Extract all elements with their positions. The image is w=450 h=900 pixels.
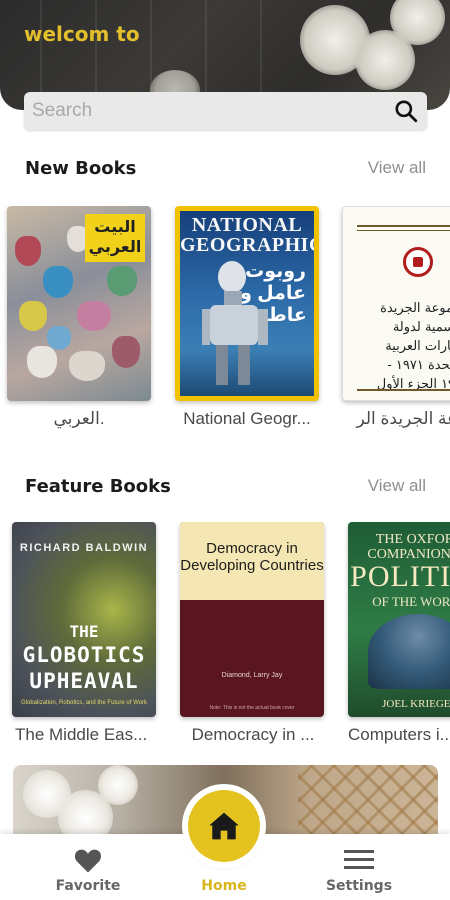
book-card[interactable]: Democracy in Developing Countries Diamon… (180, 522, 326, 745)
heart-icon (74, 849, 102, 873)
book-cover[interactable]: NATIONAL GEOGRAPHIC روبوت عامل و عاطفي (175, 206, 319, 401)
book-title: National Geogr... (183, 409, 311, 428)
cover-author: RICHARD BALDWIN (19, 542, 149, 554)
emblem-icon (403, 247, 433, 277)
book-card[interactable]: THE OXFORD COMPANION TO POLITICS OF THE … (348, 522, 450, 745)
book-cover[interactable]: مجموعة الجريدة الرسمية لدولة الإمارات ال… (342, 206, 450, 401)
book-title: Democracy in ... (191, 725, 315, 744)
home-icon (209, 812, 239, 840)
home-button[interactable] (188, 790, 260, 862)
book-card[interactable]: البيت العربي العربي. (7, 206, 151, 429)
greeting-text: welcom to (24, 22, 140, 46)
cover-footer-note: Note: This is not the actual book cover (209, 705, 295, 711)
nav-home-label: Home (201, 878, 247, 894)
book-card[interactable]: RICHARD BALDWIN THE GLOBOTICS UPHEAVAL G… (12, 522, 158, 745)
feature-books-title: Feature Books (25, 476, 171, 497)
cover-editor: JOEL KRIEGER (382, 698, 450, 710)
cover-title-big: POLITICS (350, 560, 450, 593)
cover-arabic-text: مجموعة الجريدة الرسمية لدولة الإمارات ال… (376, 301, 450, 392)
book-title: العربي. (53, 409, 105, 428)
search-bar[interactable]: Search (24, 92, 427, 130)
book-cover[interactable]: Democracy in Developing Countries Diamon… (180, 522, 324, 717)
feature-books-row: RICHARD BALDWIN THE GLOBOTICS UPHEAVAL G… (0, 522, 450, 762)
cover-title-bottom: OF THE WORLD (372, 594, 450, 609)
new-books-row: البيت العربي العربي. NATIONAL GEOGRAPHIC… (0, 206, 450, 446)
nav-favorite[interactable]: Favorite (33, 834, 143, 900)
cover-subtitle: Globalization, Robotics, and the Future … (21, 700, 147, 706)
nav-favorite-label: Favorite (55, 878, 121, 894)
cover-title: Democracy in Developing Countries (180, 522, 324, 600)
book-title: عة الجريدة الر... (356, 409, 450, 428)
book-card[interactable]: مجموعة الجريدة الرسمية لدولة الإمارات ال… (342, 206, 450, 429)
menu-icon (344, 850, 374, 869)
book-title: The Middle Eas... (15, 725, 148, 744)
book-cover[interactable]: البيت العربي (7, 206, 151, 401)
cover-title-top: THE OXFORD COMPANION TO (367, 532, 450, 562)
feature-books-view-all-link[interactable]: View all (368, 476, 426, 496)
robot-illustration (202, 261, 268, 385)
new-books-title: New Books (25, 158, 137, 179)
book-card[interactable]: NATIONAL GEOGRAPHIC روبوت عامل و عاطفي N… (175, 206, 322, 429)
new-books-view-all-link[interactable]: View all (368, 158, 426, 178)
cover-title-line1: THE (69, 622, 99, 641)
nav-settings-label: Settings (325, 878, 393, 894)
book-cover[interactable]: RICHARD BALDWIN THE GLOBOTICS UPHEAVAL G… (12, 522, 156, 717)
cover-masthead: NATIONAL GEOGRAPHIC (180, 214, 314, 256)
cover-banner-text: البيت العربي (85, 214, 145, 262)
nav-settings[interactable]: Settings (304, 834, 414, 900)
cover-illustration (368, 614, 450, 689)
book-cover[interactable]: THE OXFORD COMPANION TO POLITICS OF THE … (348, 522, 450, 717)
cover-title-line2: GLOBOTICS UPHEAVAL (22, 643, 146, 693)
cover-author: Diamond, Larry Jay (221, 672, 283, 679)
search-input[interactable]: Search (32, 100, 393, 122)
book-title: Computers i... (348, 725, 450, 744)
search-icon[interactable] (393, 98, 419, 124)
